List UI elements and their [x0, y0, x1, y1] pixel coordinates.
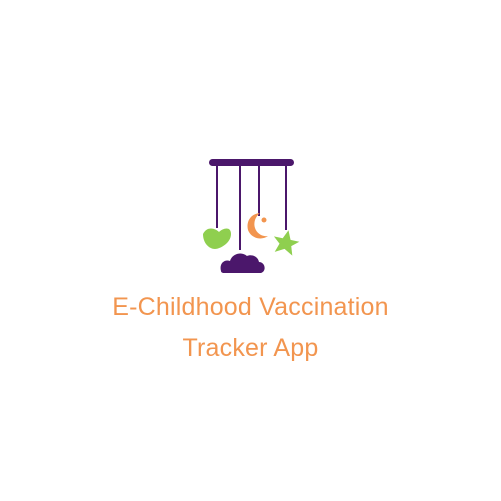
app-title-line-1: E-Childhood Vaccination [112, 293, 389, 321]
splash-screen: E-Childhood Vaccination Tracker App [0, 0, 501, 501]
baby-mobile-icon [203, 159, 300, 273]
app-title-line-2: Tracker App [182, 334, 319, 362]
